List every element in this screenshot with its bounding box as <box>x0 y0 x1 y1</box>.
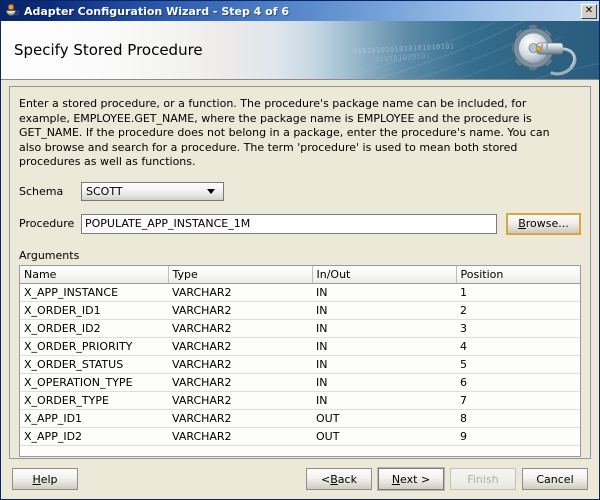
schema-label: Schema <box>19 184 64 198</box>
browse-button[interactable]: Browse... <box>506 212 581 235</box>
cell-in-out: IN <box>312 319 456 338</box>
table-row[interactable]: X_ORDER_ID2 VARCHAR2 IN 3 <box>20 319 580 338</box>
content-panel: Enter a stored procedure, or a function.… <box>9 86 591 459</box>
cell-in-out: IN <box>312 373 456 392</box>
column-header-type[interactable]: Type <box>168 265 313 284</box>
close-icon[interactable]: ✕ <box>581 3 597 19</box>
cell-position: 1 <box>456 283 580 302</box>
button-bar: Help < Back Next > Finish Cancel <box>1 459 599 499</box>
page-title: Specify Stored Procedure <box>14 41 203 59</box>
cell-in-out: IN <box>312 337 456 356</box>
cell-in-out: IN <box>312 391 456 410</box>
help-button-label: elp <box>40 472 58 486</box>
procedure-label: Procedure <box>19 217 75 230</box>
cell-position: 5 <box>456 355 580 374</box>
cell-position: 2 <box>456 301 580 320</box>
gear-connector-icon <box>505 23 581 79</box>
procedure-row: Procedure Browse... <box>19 212 581 235</box>
cell-name: X_APP_ID1 <box>20 409 168 428</box>
cell-in-out: IN <box>312 301 456 320</box>
cell-position: 4 <box>456 337 580 356</box>
cell-type: VARCHAR2 <box>168 301 312 320</box>
cell-type: VARCHAR2 <box>168 283 312 302</box>
arguments-label: Arguments <box>19 248 80 262</box>
cell-name: X_OPERATION_TYPE <box>20 373 168 392</box>
cell-type: VARCHAR2 <box>168 355 312 374</box>
title-bar: Adapter Configuration Wizard - Step 4 of… <box>1 1 599 21</box>
cell-type: VARCHAR2 <box>168 409 312 428</box>
cell-name: X_ORDER_ID2 <box>20 319 168 338</box>
cell-type: VARCHAR2 <box>168 319 312 338</box>
chevron-down-icon <box>207 188 215 194</box>
cell-type: VARCHAR2 <box>168 337 312 356</box>
cancel-button[interactable]: Cancel <box>522 468 588 490</box>
schema-row: Schema SCOTT <box>19 181 581 201</box>
cell-type: VARCHAR2 <box>168 427 312 446</box>
cell-position: 8 <box>456 409 580 428</box>
window-title: Adapter Configuration Wizard - Step 4 of… <box>24 4 289 18</box>
description-text: Enter a stored procedure, or a function.… <box>19 97 550 168</box>
column-header-in-out[interactable]: In/Out <box>312 265 457 284</box>
arguments-table: Name Type In/Out Position X_APP_INSTANCE… <box>20 265 580 446</box>
table-row[interactable]: X_APP_ID1 VARCHAR2 OUT 8 <box>20 409 580 428</box>
cell-in-out: IN <box>312 355 456 374</box>
table-row[interactable]: X_ORDER_PRIORITY VARCHAR2 IN 4 <box>20 337 580 356</box>
table-row[interactable]: X_ORDER_TYPE VARCHAR2 IN 7 <box>20 391 580 410</box>
column-header-position[interactable]: Position <box>456 265 580 284</box>
java-coffee-cup-icon <box>4 3 20 19</box>
table-row[interactable]: X_ORDER_ID1 VARCHAR2 IN 2 <box>20 301 580 320</box>
cell-in-out: OUT <box>312 427 456 446</box>
wizard-banner: Specify Stored Procedure 010101010101010… <box>1 21 599 80</box>
browse-button-label: rowse... <box>525 217 569 230</box>
cell-position: 9 <box>456 427 580 446</box>
cell-name: X_ORDER_PRIORITY <box>20 337 168 356</box>
arguments-table-body: X_APP_INSTANCE VARCHAR2 IN 1 X_ORDER_ID1 VARC… <box>20 283 580 446</box>
back-button-prefix: < <box>321 472 331 486</box>
arguments-table-panel[interactable]: Name Type In/Out Position X_APP_INSTANCE… <box>19 264 581 457</box>
finish-button: Finish <box>450 468 516 490</box>
table-row[interactable]: X_APP_INSTANCE VARCHAR2 IN 1 <box>20 283 580 302</box>
cell-name: X_ORDER_TYPE <box>20 391 168 410</box>
cell-name: X_ORDER_ID1 <box>20 301 168 320</box>
cell-in-out: IN <box>312 283 456 302</box>
cell-position: 6 <box>456 373 580 392</box>
table-row[interactable]: X_ORDER_STATUS VARCHAR2 IN 5 <box>20 355 580 374</box>
table-row[interactable]: X_OPERATION_TYPE VARCHAR2 IN 6 <box>20 373 580 392</box>
cell-in-out: OUT <box>312 409 456 428</box>
cell-name: X_ORDER_STATUS <box>20 355 168 374</box>
procedure-input[interactable] <box>81 213 498 234</box>
cell-type: VARCHAR2 <box>168 391 312 410</box>
back-button[interactable]: < Back <box>306 468 372 490</box>
column-header-name[interactable]: Name <box>20 265 169 284</box>
next-button-mnemonic: N <box>391 472 401 486</box>
table-row[interactable]: X_APP_ID2 VARCHAR2 OUT 9 <box>20 427 580 446</box>
back-button-mnemonic: B <box>330 472 338 486</box>
cell-position: 7 <box>456 391 580 410</box>
cell-position: 3 <box>456 319 580 338</box>
schema-selected-value: SCOTT <box>86 184 123 198</box>
next-button[interactable]: Next > <box>378 468 444 490</box>
browse-button-mnemonic: B <box>518 217 526 230</box>
table-header-row: Name Type In/Out Position <box>20 265 580 284</box>
help-button-mnemonic: H <box>32 472 41 486</box>
cell-name: X_APP_ID2 <box>20 427 168 446</box>
back-button-label: ack <box>337 472 357 486</box>
wizard-dialog: Adapter Configuration Wizard - Step 4 of… <box>0 0 600 500</box>
next-button-label: ext > <box>400 472 431 486</box>
cell-name: X_APP_INSTANCE <box>20 283 168 302</box>
help-button[interactable]: Help <box>12 468 78 490</box>
cell-type: VARCHAR2 <box>168 373 312 392</box>
schema-select[interactable]: SCOTT <box>81 181 224 201</box>
